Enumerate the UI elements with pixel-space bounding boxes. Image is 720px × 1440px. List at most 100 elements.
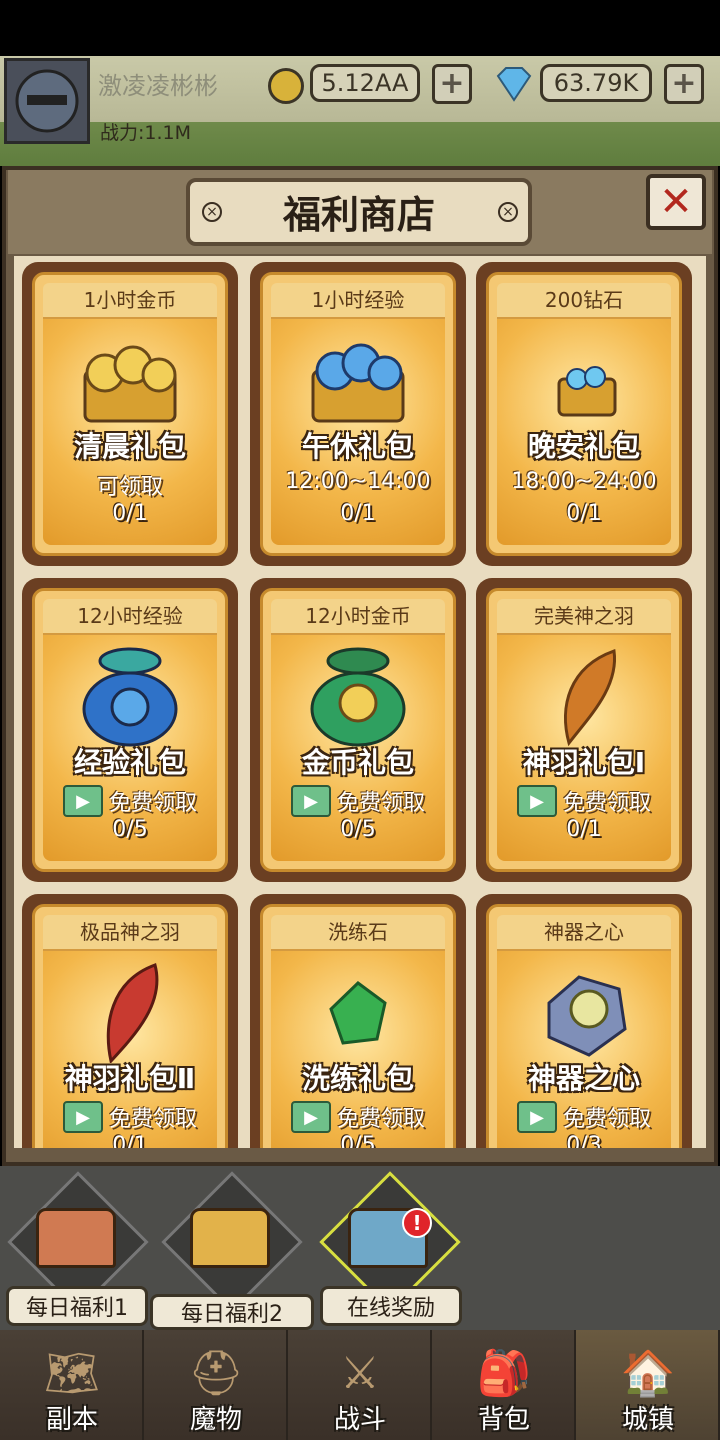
close-button[interactable]: ✕ (646, 174, 706, 230)
play-video-icon[interactable]: ▶ (290, 785, 331, 817)
card-reward-label: 极品神之羽 (43, 915, 217, 951)
tab-label-daily-2[interactable]: 每日福利2 (150, 1294, 314, 1330)
claim-count: 0/1 (112, 501, 148, 526)
combat-power: 战力:1.1M (100, 122, 192, 144)
free-claim-label: 免费领取 (562, 1107, 651, 1132)
watch-ad-claim[interactable]: ▶ 免费领取 (489, 785, 679, 817)
shop-card[interactable]: 12小时金币 金币礼包 ▶ 免费领取 0/5 (250, 578, 466, 882)
shop-card[interactable]: 完美神之羽 神羽礼包Ⅰ ▶ 免费领取 0/1 (476, 578, 692, 882)
orange-feather-icon (529, 647, 639, 747)
nav-monster[interactable]: ⛑ 魔物 (144, 1330, 288, 1440)
card-package-name: 洗练礼包 (301, 1062, 414, 1095)
watch-ad-claim[interactable]: ▶ 免费领取 (35, 785, 225, 817)
chest-icon (190, 1208, 270, 1268)
red-feather-icon (75, 963, 185, 1065)
card-status: 可领取 (96, 475, 163, 500)
card-package-name: 神羽礼包Ⅱ (64, 1062, 196, 1095)
watch-ad-claim[interactable]: ▶ 免费领取 (263, 785, 453, 817)
claim-count: 0/3 (566, 1133, 602, 1148)
nav-dungeon[interactable]: 🗺 副本 (0, 1330, 144, 1440)
play-video-icon[interactable]: ▶ (516, 1101, 557, 1133)
card-reward-label: 1小时金币 (43, 283, 217, 319)
card-package-name: 金币礼包 (301, 746, 414, 779)
card-frame: 神器之心 神器之心 ▶ 免费领取 0/3 (486, 904, 682, 1148)
watch-ad-claim[interactable]: ▶ 免费领取 (489, 1101, 679, 1133)
card-package-name: 清晨礼包 (73, 430, 186, 463)
nav-label: 魔物 (189, 1405, 242, 1435)
claim-count: 0/5 (340, 817, 376, 842)
card-frame: 1小时金币清晨礼包可领取 0/1 (32, 272, 228, 556)
play-video-icon[interactable]: ▶ (62, 785, 103, 817)
shop-card[interactable]: 1小时金币清晨礼包可领取 0/1 (22, 262, 238, 566)
exp-chest-icon (303, 331, 413, 431)
card-reward-label: 1小时经验 (271, 283, 445, 319)
watch-ad-claim[interactable]: ▶ 免费领取 (35, 1101, 225, 1133)
green-gem-icon (303, 963, 413, 1063)
card-frame: 12小时金币 金币礼包 ▶ 免费领取 0/5 (260, 588, 456, 872)
shop-card[interactable]: 12小时经验 经验礼包 ▶ 免费领取 0/5 (22, 578, 238, 882)
card-reward-label: 12小时经验 (43, 599, 217, 635)
crossed-swords-icon: ⚔ (340, 1348, 380, 1399)
nav-label: 战斗 (333, 1405, 386, 1435)
gem-amount: 63.79K (540, 64, 652, 102)
shop-card[interactable]: 洗练石洗练礼包 ▶ 免费领取 0/5 (250, 894, 466, 1148)
play-video-icon[interactable]: ▶ (516, 785, 557, 817)
free-claim-label: 免费领取 (108, 791, 197, 816)
nav-label: 背包 (477, 1405, 530, 1435)
shop-grid: 1小时金币 清晨礼包 可领取 0/1 1小时经验 午休礼包 12:00~14:00 0/1 20… (14, 256, 706, 1148)
watch-ad-claim[interactable]: ▶ 免费领取 (263, 1101, 453, 1133)
exp-bag-icon (75, 647, 185, 747)
shop-card[interactable]: 1小时经验 午休礼包 12:00~14:00 0/1 (250, 262, 466, 566)
claim-count: 0/1 (112, 1133, 148, 1148)
free-claim-label: 免费领取 (336, 1107, 425, 1132)
card-reward-label: 洗练石 (271, 915, 445, 951)
card-frame: 洗练石洗练礼包 ▶ 免费领取 0/5 (260, 904, 456, 1148)
nav-backpack[interactable]: 🎒 背包 (432, 1330, 576, 1440)
card-package-name: 神羽礼包Ⅰ (522, 746, 646, 779)
nav-town[interactable]: 🏠 城镇 (576, 1330, 720, 1440)
tab-label-online[interactable]: 在线奖励 (320, 1286, 462, 1326)
add-gems-button[interactable]: + (664, 64, 704, 104)
card-frame: 完美神之羽 神羽礼包Ⅰ ▶ 免费领取 0/1 (486, 588, 682, 872)
card-frame: 200钻石 晚安礼包 18:00~24:00 0/1 (486, 272, 682, 556)
card-frame: 极品神之羽神羽礼包Ⅱ ▶ 免费领取 0/1 (32, 904, 228, 1148)
free-claim-label: 免费领取 (108, 1107, 197, 1132)
card-package-name: 午休礼包 (301, 430, 414, 463)
card-frame: 1小时经验 午休礼包 12:00~14:00 0/1 (260, 272, 456, 556)
card-reward-label: 神器之心 (497, 915, 671, 951)
card-reward-label: 12小时金币 (271, 599, 445, 635)
monster-helmet-icon: ⛑ (188, 1348, 244, 1399)
claim-count: 0/1 (340, 501, 376, 526)
shop-card[interactable]: 神器之心 神器之心 ▶ 免费领取 0/3 (476, 894, 692, 1148)
nav-label: 城镇 (621, 1405, 674, 1435)
free-claim-label: 免费领取 (336, 791, 425, 816)
free-claim-label: 免费领取 (562, 791, 651, 816)
card-reward-label: 完美神之羽 (497, 599, 671, 635)
claim-count: 0/5 (112, 817, 148, 842)
player-avatar[interactable] (4, 58, 90, 144)
play-video-icon[interactable]: ▶ (290, 1101, 331, 1133)
add-gold-button[interactable]: + (432, 64, 472, 104)
nav-battle[interactable]: ⚔ 战斗 (288, 1330, 432, 1440)
card-status: 18:00~24:00 (511, 469, 657, 494)
nav-label: 副本 (45, 1405, 98, 1435)
card-package-name: 神器之心 (527, 1062, 640, 1095)
town-icon: 🏠 (620, 1348, 676, 1399)
gold-amount: 5.12AA (310, 64, 420, 102)
chest-icon (36, 1208, 116, 1268)
tab-label-daily-1[interactable]: 每日福利1 (6, 1286, 148, 1326)
card-frame: 12小时经验 经验礼包 ▶ 免费领取 0/5 (32, 588, 228, 872)
claim-count: 0/5 (340, 1133, 376, 1148)
card-package-name: 经验礼包 (73, 746, 186, 779)
panel-title: 福利商店 (282, 193, 435, 237)
main-nav: 🗺 副本 ⛑ 魔物 ⚔ 战斗 🎒 背包 🏠 城镇 (0, 1330, 720, 1440)
gem-chest-icon (529, 331, 639, 431)
notification-badge: ! (402, 1208, 432, 1238)
gold-chest-icon (75, 331, 185, 431)
shop-card[interactable]: 200钻石 晚安礼包 18:00~24:00 0/1 (476, 262, 692, 566)
diamond-icon (492, 64, 536, 104)
play-video-icon[interactable]: ▶ (62, 1101, 103, 1133)
shop-card[interactable]: 极品神之羽神羽礼包Ⅱ ▶ 免费领取 0/1 (22, 894, 238, 1148)
map-icon: 🗺 (44, 1348, 100, 1399)
backpack-icon: 🎒 (476, 1348, 532, 1399)
